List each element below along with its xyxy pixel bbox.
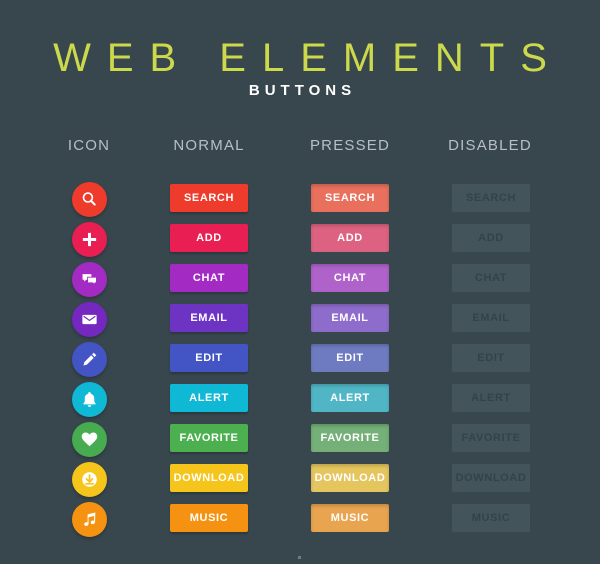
icon-cell[interactable] bbox=[72, 302, 107, 337]
button-pressed-download[interactable]: DOWNLOAD bbox=[311, 464, 389, 492]
button-disabled-edit: EDIT bbox=[452, 344, 530, 372]
search-icon[interactable] bbox=[72, 182, 107, 217]
page-title: WEB ELEMENTS bbox=[53, 36, 563, 80]
button-row: ADD ADD ADD bbox=[0, 220, 600, 260]
button-normal-alert[interactable]: ALERT bbox=[170, 384, 248, 412]
icon-cell[interactable] bbox=[72, 182, 107, 217]
button-disabled-download: DOWNLOAD bbox=[452, 464, 530, 492]
heart-icon[interactable] bbox=[72, 422, 107, 457]
button-row: FAVORITE FAVORITE FAVORITE bbox=[0, 420, 600, 460]
icon-cell[interactable] bbox=[72, 342, 107, 377]
button-disabled-search: SEARCH bbox=[452, 184, 530, 212]
page-subtitle: BUTTONS bbox=[248, 82, 357, 99]
button-normal-music[interactable]: MUSIC bbox=[170, 504, 248, 532]
column-header-icon: ICON bbox=[67, 137, 111, 154]
button-normal-download[interactable]: DOWNLOAD bbox=[170, 464, 248, 492]
button-disabled-favorite: FAVORITE bbox=[452, 424, 530, 452]
button-normal-chat[interactable]: CHAT bbox=[170, 264, 248, 292]
button-normal-email[interactable]: EMAIL bbox=[170, 304, 248, 332]
button-row: ALERT ALERT ALERT bbox=[0, 380, 600, 420]
icon-cell[interactable] bbox=[72, 222, 107, 257]
plus-icon[interactable] bbox=[72, 222, 107, 257]
chat-icon[interactable] bbox=[72, 262, 107, 297]
icon-cell[interactable] bbox=[72, 462, 107, 497]
button-disabled-chat: CHAT bbox=[452, 264, 530, 292]
button-disabled-email: EMAIL bbox=[452, 304, 530, 332]
button-disabled-add: ADD bbox=[452, 224, 530, 252]
pencil-icon[interactable] bbox=[72, 342, 107, 377]
button-normal-favorite[interactable]: FAVORITE bbox=[170, 424, 248, 452]
button-disabled-alert: ALERT bbox=[452, 384, 530, 412]
button-normal-search[interactable]: SEARCH bbox=[170, 184, 248, 212]
icon-cell[interactable] bbox=[72, 422, 107, 457]
button-pressed-edit[interactable]: EDIT bbox=[311, 344, 389, 372]
button-pressed-chat[interactable]: CHAT bbox=[311, 264, 389, 292]
button-pressed-add[interactable]: ADD bbox=[311, 224, 389, 252]
button-normal-add[interactable]: ADD bbox=[170, 224, 248, 252]
icon-cell[interactable] bbox=[72, 502, 107, 537]
button-row: MUSIC MUSIC MUSIC bbox=[0, 500, 600, 540]
column-header-disabled: DISABLED bbox=[448, 137, 532, 154]
button-row: EMAIL EMAIL EMAIL bbox=[0, 300, 600, 340]
button-pressed-favorite[interactable]: FAVORITE bbox=[311, 424, 389, 452]
bottom-artifact bbox=[298, 556, 301, 559]
music-icon[interactable] bbox=[72, 502, 107, 537]
button-pressed-alert[interactable]: ALERT bbox=[311, 384, 389, 412]
button-row: SEARCH SEARCH SEARCH bbox=[0, 180, 600, 220]
button-disabled-music: MUSIC bbox=[452, 504, 530, 532]
download-icon[interactable] bbox=[72, 462, 107, 497]
buttons-showcase-page: WEB ELEMENTS BUTTONS ICON NORMAL PRESSED… bbox=[0, 0, 600, 564]
button-rows: SEARCH SEARCH SEARCH ADD ADD ADD CHAT CHAT CHAT E… bbox=[0, 180, 600, 540]
bell-icon[interactable] bbox=[72, 382, 107, 417]
button-pressed-email[interactable]: EMAIL bbox=[311, 304, 389, 332]
icon-cell[interactable] bbox=[72, 382, 107, 417]
email-icon[interactable] bbox=[72, 302, 107, 337]
button-pressed-music[interactable]: MUSIC bbox=[311, 504, 389, 532]
column-headers: ICON NORMAL PRESSED DISABLED bbox=[0, 136, 600, 158]
button-pressed-search[interactable]: SEARCH bbox=[311, 184, 389, 212]
column-header-normal: NORMAL bbox=[173, 137, 245, 154]
button-row: CHAT CHAT CHAT bbox=[0, 260, 600, 300]
button-row: DOWNLOAD DOWNLOAD DOWNLOAD bbox=[0, 460, 600, 500]
icon-cell[interactable] bbox=[72, 262, 107, 297]
button-row: EDIT EDIT EDIT bbox=[0, 340, 600, 380]
column-header-pressed: PRESSED bbox=[309, 137, 391, 154]
button-normal-edit[interactable]: EDIT bbox=[170, 344, 248, 372]
